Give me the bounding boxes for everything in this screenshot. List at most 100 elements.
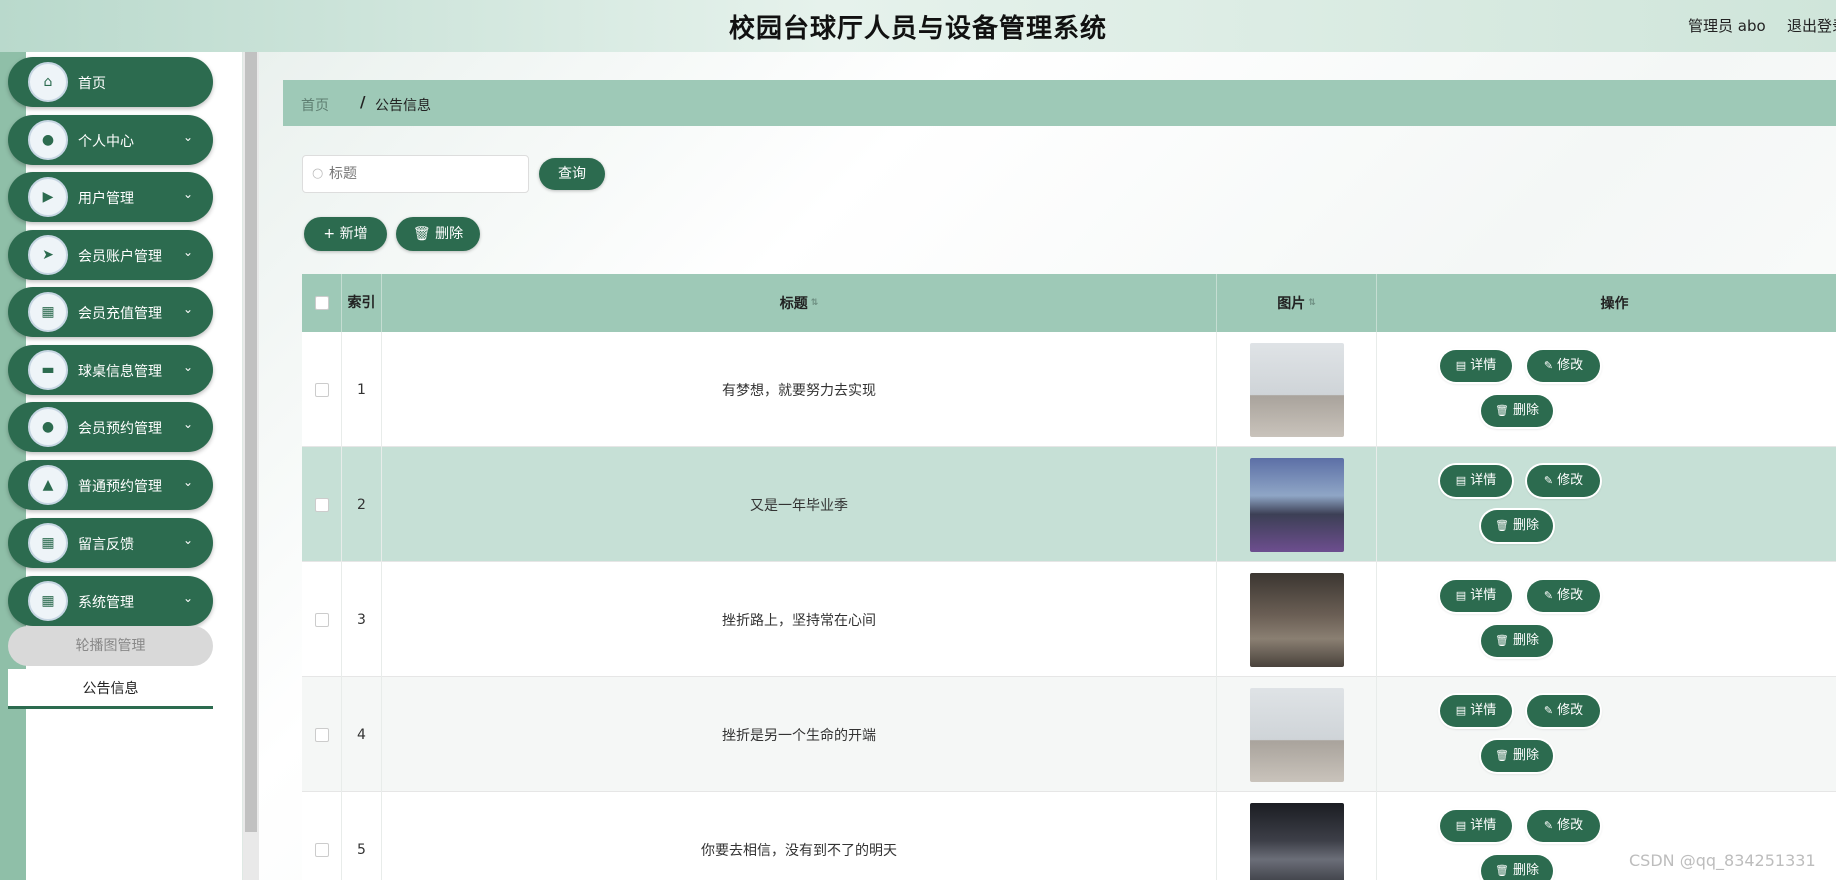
chevron-down-icon: ⌄ bbox=[182, 475, 193, 489]
detail-button[interactable]: ▤ 详情 bbox=[1440, 580, 1512, 612]
edit-button[interactable]: ✎ 修改 bbox=[1527, 580, 1600, 612]
row-checkbox[interactable] bbox=[314, 382, 329, 397]
sidebar-item-1[interactable]: ● 个人中心 ⌄ bbox=[8, 115, 213, 165]
row-image-cell bbox=[1217, 562, 1377, 677]
chevron-down-icon: ⌄ bbox=[182, 302, 193, 316]
batch-delete-button[interactable]: 🗑 删除 bbox=[396, 217, 480, 251]
edit-button[interactable]: ✎ 修改 bbox=[1527, 810, 1600, 842]
detail-button-label: 详情 bbox=[1470, 818, 1497, 833]
delete-button[interactable]: 🗑 删除 bbox=[1481, 625, 1553, 657]
detail-button-label: 详情 bbox=[1470, 703, 1497, 718]
video-icon: ▶ bbox=[28, 177, 68, 217]
delete-button-label: 删除 bbox=[1512, 633, 1539, 648]
aerial-yoga-photo[interactable] bbox=[1249, 342, 1344, 437]
row-image-cell bbox=[1217, 792, 1377, 880]
chevron-down-icon: ⌄ bbox=[182, 533, 193, 547]
table-row[interactable]: 4 挫折是另一个生命的开端 ▤ 详情 ✎ 修改 🗑 删除 bbox=[302, 677, 1836, 792]
sidebar-item-7[interactable]: ▲ 普通预约管理 ⌄ bbox=[8, 460, 213, 510]
sidebar-item-label: 普通预约管理 bbox=[78, 479, 162, 495]
row-select-cell bbox=[302, 332, 342, 447]
detail-button[interactable]: ▤ 详情 bbox=[1440, 465, 1512, 497]
dark-gym-photo[interactable] bbox=[1249, 802, 1344, 880]
sidebar-item-0[interactable]: ⌂ 首页 bbox=[8, 57, 213, 107]
sidebar-subitem-carousel[interactable]: 轮播图管理 bbox=[8, 626, 213, 666]
select-all-cell bbox=[302, 274, 342, 332]
breadcrumb-separator: / bbox=[360, 93, 366, 111]
sidebar-item-6[interactable]: ● 会员预约管理 ⌄ bbox=[8, 402, 213, 452]
detail-button[interactable]: ▤ 详情 bbox=[1440, 695, 1512, 727]
query-button[interactable]: 查询 bbox=[539, 158, 605, 190]
edit-button-label: 修改 bbox=[1557, 588, 1584, 603]
main-content: 首页 / 公告信息 ○ 查询 + 新增 🗑 删除 索引 标题⇅ 图片⇅ 操作 1… bbox=[259, 52, 1836, 880]
table-row[interactable]: 3 挫折路上，坚持常在心间 ▤ 详情 ✎ 修改 🗑 删除 bbox=[302, 562, 1836, 677]
row-title: 有梦想，就要努力去实现 bbox=[382, 332, 1217, 447]
trash-icon: 🗑 bbox=[1495, 864, 1509, 877]
document-icon: ▤ bbox=[1455, 589, 1467, 602]
search-input[interactable] bbox=[329, 164, 519, 184]
sidebar-subitem-notice[interactable]: 公告信息 bbox=[8, 669, 213, 709]
logout-link[interactable]: 退出登录 bbox=[1787, 15, 1836, 36]
table-row[interactable]: 2 又是一年毕业季 ▤ 详情 ✎ 修改 🗑 删除 bbox=[302, 447, 1836, 562]
row-select-cell bbox=[302, 562, 342, 677]
breadcrumb-home[interactable]: 首页 bbox=[301, 95, 329, 115]
add-button[interactable]: + 新增 bbox=[304, 217, 387, 251]
row-index: 2 bbox=[342, 447, 382, 562]
grid-icon: ▦ bbox=[28, 292, 68, 332]
row-checkbox[interactable] bbox=[314, 727, 329, 742]
chevron-down-icon: ⌄ bbox=[182, 591, 193, 605]
sidebar-item-label: 用户管理 bbox=[78, 191, 134, 207]
row-image-cell bbox=[1217, 332, 1377, 447]
sidebar-item-label: 球桌信息管理 bbox=[78, 364, 162, 380]
delete-button[interactable]: 🗑 删除 bbox=[1481, 855, 1553, 880]
sidebar-item-5[interactable]: ▬ 球桌信息管理 ⌄ bbox=[8, 345, 213, 395]
aerial-yoga-photo[interactable] bbox=[1249, 687, 1344, 782]
sidebar-item-label: 会员预约管理 bbox=[78, 421, 162, 437]
column-header-title[interactable]: 标题 ⇅ bbox=[382, 274, 1217, 332]
gym-trainer-photo[interactable] bbox=[1249, 457, 1344, 552]
column-header-image-label: 图片 bbox=[1277, 296, 1306, 312]
edit-button[interactable]: ✎ 修改 bbox=[1527, 350, 1600, 382]
sidebar-item-3[interactable]: ➤ 会员账户管理 ⌄ bbox=[8, 230, 213, 280]
sidebar-scrollbar[interactable] bbox=[243, 52, 259, 880]
row-title: 挫折路上，坚持常在心间 bbox=[382, 562, 1217, 677]
sidebar-item-8[interactable]: ▦ 留言反馈 ⌄ bbox=[8, 518, 213, 568]
scrollbar-thumb[interactable] bbox=[245, 52, 257, 832]
chevron-down-icon: ⌄ bbox=[182, 245, 193, 259]
select-all-checkbox[interactable] bbox=[314, 296, 329, 310]
row-select-cell bbox=[302, 447, 342, 562]
detail-button[interactable]: ▤ 详情 bbox=[1440, 350, 1512, 382]
sort-icon[interactable]: ⇅ bbox=[1308, 298, 1316, 308]
edit-button[interactable]: ✎ 修改 bbox=[1527, 465, 1600, 497]
search-box[interactable]: ○ bbox=[302, 155, 529, 193]
sidebar-item-2[interactable]: ▶ 用户管理 ⌄ bbox=[8, 172, 213, 222]
breadcrumb-current: 公告信息 bbox=[375, 98, 431, 114]
trash-icon: 🗑 bbox=[1495, 519, 1509, 532]
detail-button[interactable]: ▤ 详情 bbox=[1440, 810, 1512, 842]
row-checkbox[interactable] bbox=[314, 612, 329, 627]
admin-user-label: 管理员 abo bbox=[1688, 17, 1766, 35]
sidebar: ⌂ 首页 ● 个人中心 ⌄ ▶ 用户管理 ⌄ ➤ 会员账户管理 ⌄ ▦ 会员充值管理 ⌄ ▬ 球桌信息管理 ⌄ ●… bbox=[0, 52, 242, 880]
row-checkbox[interactable] bbox=[314, 842, 329, 857]
row-checkbox[interactable] bbox=[314, 497, 329, 512]
column-header-image[interactable]: 图片 ⇅ bbox=[1217, 274, 1377, 332]
delete-button[interactable]: 🗑 删除 bbox=[1481, 510, 1553, 542]
watermark: CSDN @qq_834251331 bbox=[1629, 851, 1816, 870]
chevron-down-icon: ⌄ bbox=[182, 360, 193, 374]
table-row[interactable]: 1 有梦想，就要努力去实现 ▤ 详情 ✎ 修改 🗑 删除 bbox=[302, 332, 1836, 447]
row-title: 又是一年毕业季 bbox=[382, 447, 1217, 562]
edit-button[interactable]: ✎ 修改 bbox=[1527, 695, 1600, 727]
table-row[interactable]: 5 你要去相信，没有到不了的明天 ▤ 详情 ✎ 修改 🗑 删除 bbox=[302, 792, 1836, 880]
row-title: 挫折是另一个生命的开端 bbox=[382, 677, 1217, 792]
delete-button[interactable]: 🗑 删除 bbox=[1481, 395, 1553, 427]
gym-room-photo[interactable] bbox=[1249, 572, 1344, 667]
sort-icon[interactable]: ⇅ bbox=[811, 298, 819, 308]
trash-icon: 🗑 bbox=[1495, 634, 1509, 647]
delete-button[interactable]: 🗑 删除 bbox=[1481, 740, 1553, 772]
top-header: 校园台球厅人员与设备管理系统 管理员 abo 退出登录 bbox=[0, 0, 1836, 52]
sidebar-item-9[interactable]: ▦ 系统管理 ⌄ bbox=[8, 576, 213, 626]
delete-button-label: 删除 bbox=[1512, 518, 1539, 533]
grid-icon: ▦ bbox=[28, 523, 68, 563]
edit-button-label: 修改 bbox=[1557, 703, 1584, 718]
sidebar-item-4[interactable]: ▦ 会员充值管理 ⌄ bbox=[8, 287, 213, 337]
sidebar-item-label: 系统管理 bbox=[78, 595, 134, 611]
